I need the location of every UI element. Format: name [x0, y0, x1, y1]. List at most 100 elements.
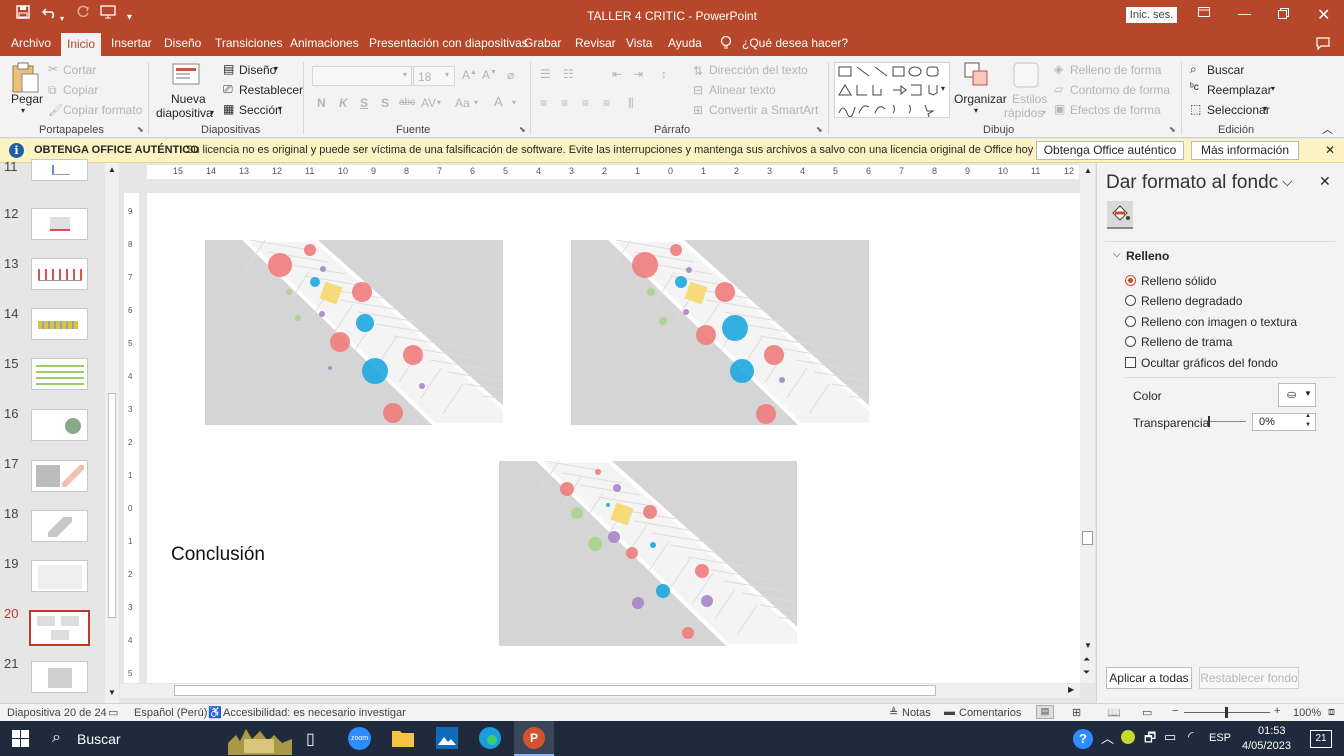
tab-ayuda[interactable]: Ayuda [668, 36, 702, 56]
replace-dropdown-icon[interactable]: ▾ [1271, 84, 1275, 93]
bold-icon[interactable]: N [317, 96, 326, 110]
notification-center-icon[interactable]: 21 [1310, 730, 1332, 748]
decrease-indent-icon[interactable]: ⇤ [612, 67, 622, 81]
slide-thumbnail-16[interactable] [31, 409, 88, 441]
tab-grabar[interactable]: Grabar [524, 36, 561, 56]
accessibility-status[interactable]: Accesibilidad: es necesario investigar [223, 707, 406, 719]
canvas-horizontal-scrollbar[interactable]: ▶ [120, 684, 1080, 698]
slide-thumbnail-18[interactable] [31, 510, 88, 542]
font-launcher-icon[interactable]: ⬊ [519, 125, 526, 134]
tab-presentacion[interactable]: Presentación con diapositivas [369, 36, 528, 56]
help-tray-icon[interactable]: ? [1073, 729, 1093, 749]
reset-background-button[interactable]: Restablecer fondo [1199, 667, 1299, 689]
shapes-more-icon[interactable]: ▾ [941, 84, 945, 93]
transparency-slider-track[interactable] [1208, 421, 1246, 422]
spin-down-icon[interactable]: ▼ [1305, 422, 1311, 428]
section-dropdown-icon[interactable]: ▾ [278, 104, 282, 113]
quick-styles-label-2[interactable]: rápidos [1004, 106, 1043, 120]
tab-archivo[interactable]: Archivo [11, 36, 51, 56]
new-slide-icon[interactable] [171, 61, 201, 90]
zoom-app-icon[interactable]: zoom [348, 727, 371, 750]
slide-sorter-icon[interactable]: ⊞ [1072, 706, 1081, 719]
align-left-icon[interactable]: ≡ [540, 96, 547, 110]
fill-section-header[interactable]: Relleno [1126, 249, 1169, 263]
battery-icon[interactable]: ▭ [1164, 729, 1176, 745]
slide[interactable]: Conclusión [147, 193, 1080, 683]
font-size-dropdown-icon[interactable]: ▾ [445, 70, 449, 79]
label-hide-bg[interactable]: Ocultar gráficos del fondo [1141, 356, 1278, 370]
zoom-in-icon[interactable]: + [1274, 705, 1280, 717]
columns-icon[interactable]: ⫼ [628, 96, 634, 111]
fill-tab-icon[interactable] [1107, 201, 1133, 229]
tab-diseno[interactable]: Diseño [164, 36, 201, 56]
copy-button[interactable]: Copiar [63, 83, 98, 97]
replace-button[interactable]: Reemplazar [1207, 83, 1272, 97]
signin-button[interactable]: Inic. ses. [1126, 7, 1177, 23]
zoom-slider-thumb[interactable] [1225, 707, 1228, 718]
canvas-scroll-thumb[interactable] [1082, 531, 1093, 545]
format-painter-button[interactable]: Copiar formato [63, 103, 142, 117]
clock-time[interactable]: 01:53 [1258, 725, 1286, 737]
scroll-down-icon[interactable]: ▼ [1084, 641, 1092, 650]
strikethrough-icon[interactable]: abc [399, 97, 415, 108]
scroll-down-icon[interactable]: ▼ [108, 688, 116, 697]
tab-inicio[interactable]: Inicio [61, 33, 102, 56]
get-genuine-button[interactable]: Obtenga Office auténtico [1036, 141, 1184, 160]
slide-thumbnail-13[interactable] [31, 258, 88, 290]
drawing-launcher-icon[interactable]: ⬊ [1169, 125, 1176, 134]
file-explorer-icon[interactable] [392, 729, 414, 750]
slide-thumbnail-15[interactable] [31, 358, 88, 390]
align-text-button[interactable]: Alinear texto [709, 83, 776, 97]
slide-thumbnail-14[interactable] [31, 308, 88, 340]
color-picker-button[interactable]: ⛀ ▼ [1278, 383, 1316, 407]
grow-font-icon[interactable]: A▲ [462, 68, 477, 82]
map-image-1[interactable] [205, 240, 503, 425]
text-direction-button[interactable]: Dirección del texto [709, 63, 808, 77]
more-info-button[interactable]: Más información [1191, 141, 1299, 160]
pane-options-chevron-icon[interactable]: ⌵ [1282, 173, 1293, 190]
section-button[interactable]: Sección [239, 103, 282, 117]
clock-date[interactable]: 4/05/2023 [1242, 740, 1291, 752]
taskbar-search-icon[interactable]: ⌕ [52, 729, 61, 747]
justify-icon[interactable]: ≡ [603, 96, 610, 110]
label-picture-fill[interactable]: Relleno con imagen o textura [1141, 315, 1297, 329]
select-dropdown-icon[interactable]: ▾ [1263, 104, 1267, 113]
smartart-button[interactable]: Convertir a SmartArt [709, 103, 818, 117]
font-color-dropdown-icon[interactable]: ▾ [512, 98, 516, 107]
wifi-icon[interactable]: ◜ [1188, 728, 1193, 745]
windows-start-icon[interactable] [12, 730, 29, 750]
quick-styles-icon[interactable] [1012, 61, 1040, 92]
increase-indent-icon[interactable]: ⇥ [633, 67, 643, 81]
powerpoint-taskbar-button[interactable]: P [514, 721, 554, 756]
shapes-gallery[interactable] [834, 62, 950, 120]
slide-thumbnail-17[interactable] [31, 460, 88, 492]
tray-chevron-up-icon[interactable]: ︿ [1101, 728, 1114, 747]
shape-outline-button[interactable]: Contorno de forma [1070, 83, 1170, 97]
spacing-icon[interactable]: AV [421, 96, 436, 110]
spin-up-icon[interactable]: ▲ [1305, 413, 1311, 419]
slide-thumbnail-19[interactable] [31, 560, 88, 592]
scroll-up-icon[interactable]: ▲ [1084, 166, 1092, 175]
apply-to-all-button[interactable]: Aplicar a todas [1106, 667, 1192, 689]
quick-styles-label-1[interactable]: Estilos [1012, 92, 1047, 106]
tab-vista[interactable]: Vista [626, 36, 652, 56]
close-icon[interactable]: ✕ [1317, 5, 1330, 25]
align-center-icon[interactable]: ≡ [561, 96, 568, 110]
quick-styles-dropdown-icon[interactable]: ▾ [1042, 108, 1046, 117]
radio-picture-fill[interactable] [1125, 316, 1136, 327]
label-gradient-fill[interactable]: Relleno degradado [1141, 294, 1242, 308]
slide-thumbnail-12[interactable] [31, 208, 88, 240]
conclusion-text[interactable]: Conclusión [171, 544, 265, 566]
label-pattern-fill[interactable]: Relleno de trama [1141, 335, 1232, 349]
slide-thumbnail-21[interactable] [31, 661, 88, 693]
align-right-icon[interactable]: ≡ [582, 96, 589, 110]
maximize-icon[interactable] [1278, 8, 1289, 22]
paste-dropdown-icon[interactable]: ▾ [21, 106, 25, 115]
notes-button[interactable]: Notas [902, 707, 931, 719]
font-color-icon[interactable]: A [494, 94, 503, 109]
layout-button[interactable]: Diseño [239, 63, 276, 77]
fit-slide-icon[interactable]: ⧈ [1328, 706, 1335, 719]
paragraph-launcher-icon[interactable]: ⬊ [816, 125, 823, 134]
section-chevron-icon[interactable]: ⌵ [1113, 249, 1121, 260]
find-button[interactable]: Buscar [1207, 63, 1244, 77]
